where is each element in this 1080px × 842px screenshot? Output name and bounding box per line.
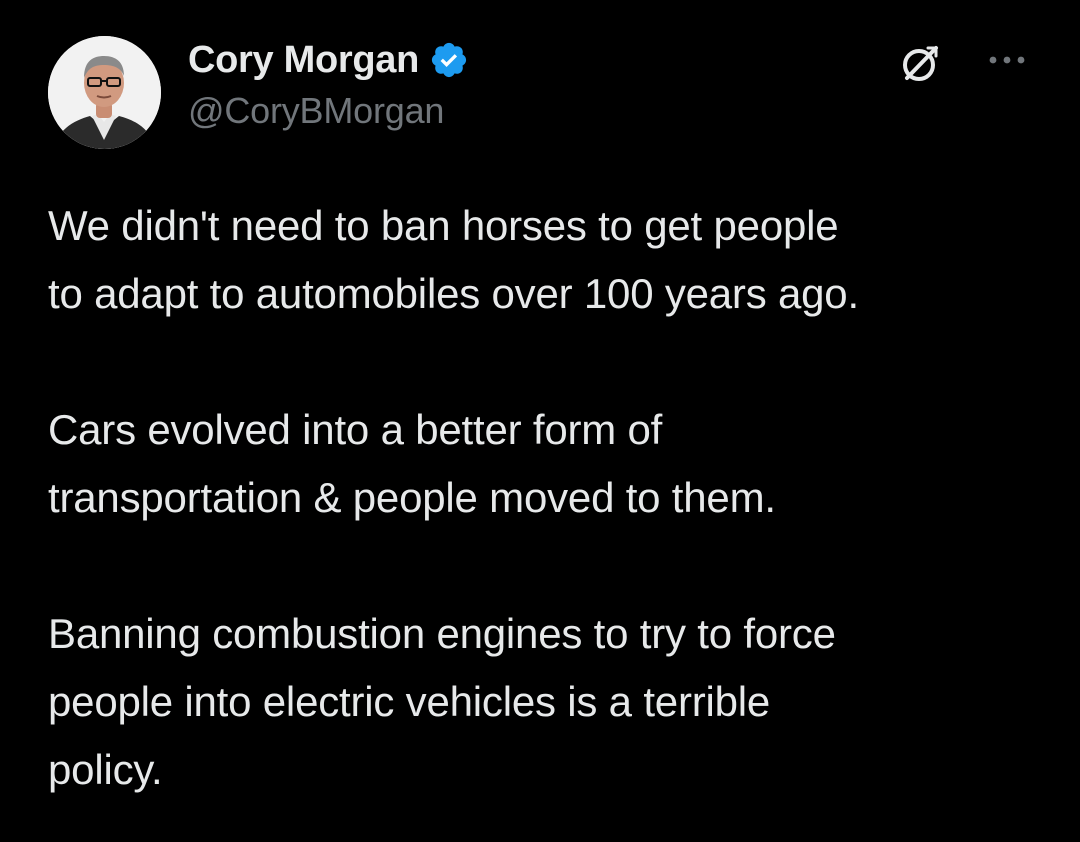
display-name[interactable]: Cory Morgan bbox=[188, 39, 419, 82]
more-options-icon[interactable] bbox=[984, 42, 1030, 78]
user-handle[interactable]: @CoryBMorgan bbox=[188, 90, 469, 132]
grok-icon[interactable] bbox=[898, 40, 944, 86]
verified-badge-icon bbox=[429, 40, 469, 80]
avatar-image bbox=[48, 36, 161, 149]
name-row: Cory Morgan bbox=[188, 36, 469, 84]
tweet-paragraph: Banning combustion engines to try to for… bbox=[48, 610, 836, 793]
tweet-paragraph: We didn't need to ban horses to get peop… bbox=[48, 202, 859, 317]
tweet-text: We didn't need to ban horses to get peop… bbox=[48, 192, 1048, 804]
avatar[interactable] bbox=[48, 36, 161, 149]
author-block: Cory Morgan @CoryBMorgan bbox=[188, 36, 469, 132]
tweet-paragraph: Cars evolved into a better form of trans… bbox=[48, 406, 776, 521]
tweet: Cory Morgan @CoryBMorgan We didn't need … bbox=[0, 0, 1080, 842]
